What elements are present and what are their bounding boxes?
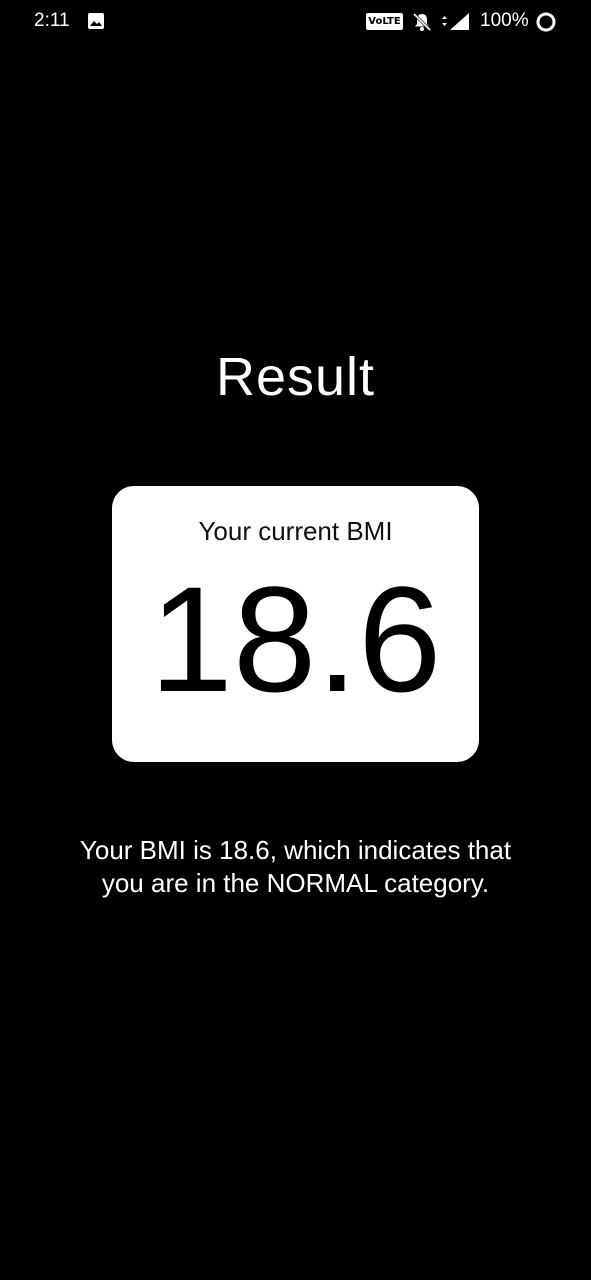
battery-percent: 100% bbox=[480, 10, 529, 31]
bmi-value: 18.6 bbox=[149, 555, 442, 723]
volte-icon: VoLTE bbox=[366, 13, 403, 30]
bmi-result-card: Your current BMI 18.6 bbox=[112, 486, 479, 762]
gallery-icon bbox=[88, 13, 104, 29]
mute-icon bbox=[411, 11, 433, 33]
status-time: 2:11 bbox=[34, 10, 70, 31]
result-message: Your BMI is 18.6, which indicates that y… bbox=[79, 835, 512, 898]
page-title: Result bbox=[215, 347, 376, 407]
bmi-label: Your current BMI bbox=[198, 516, 393, 546]
status-bar: 2:11 VoLTE 100% bbox=[0, 0, 591, 44]
battery-icon bbox=[535, 11, 557, 33]
signal-icon bbox=[439, 10, 471, 32]
